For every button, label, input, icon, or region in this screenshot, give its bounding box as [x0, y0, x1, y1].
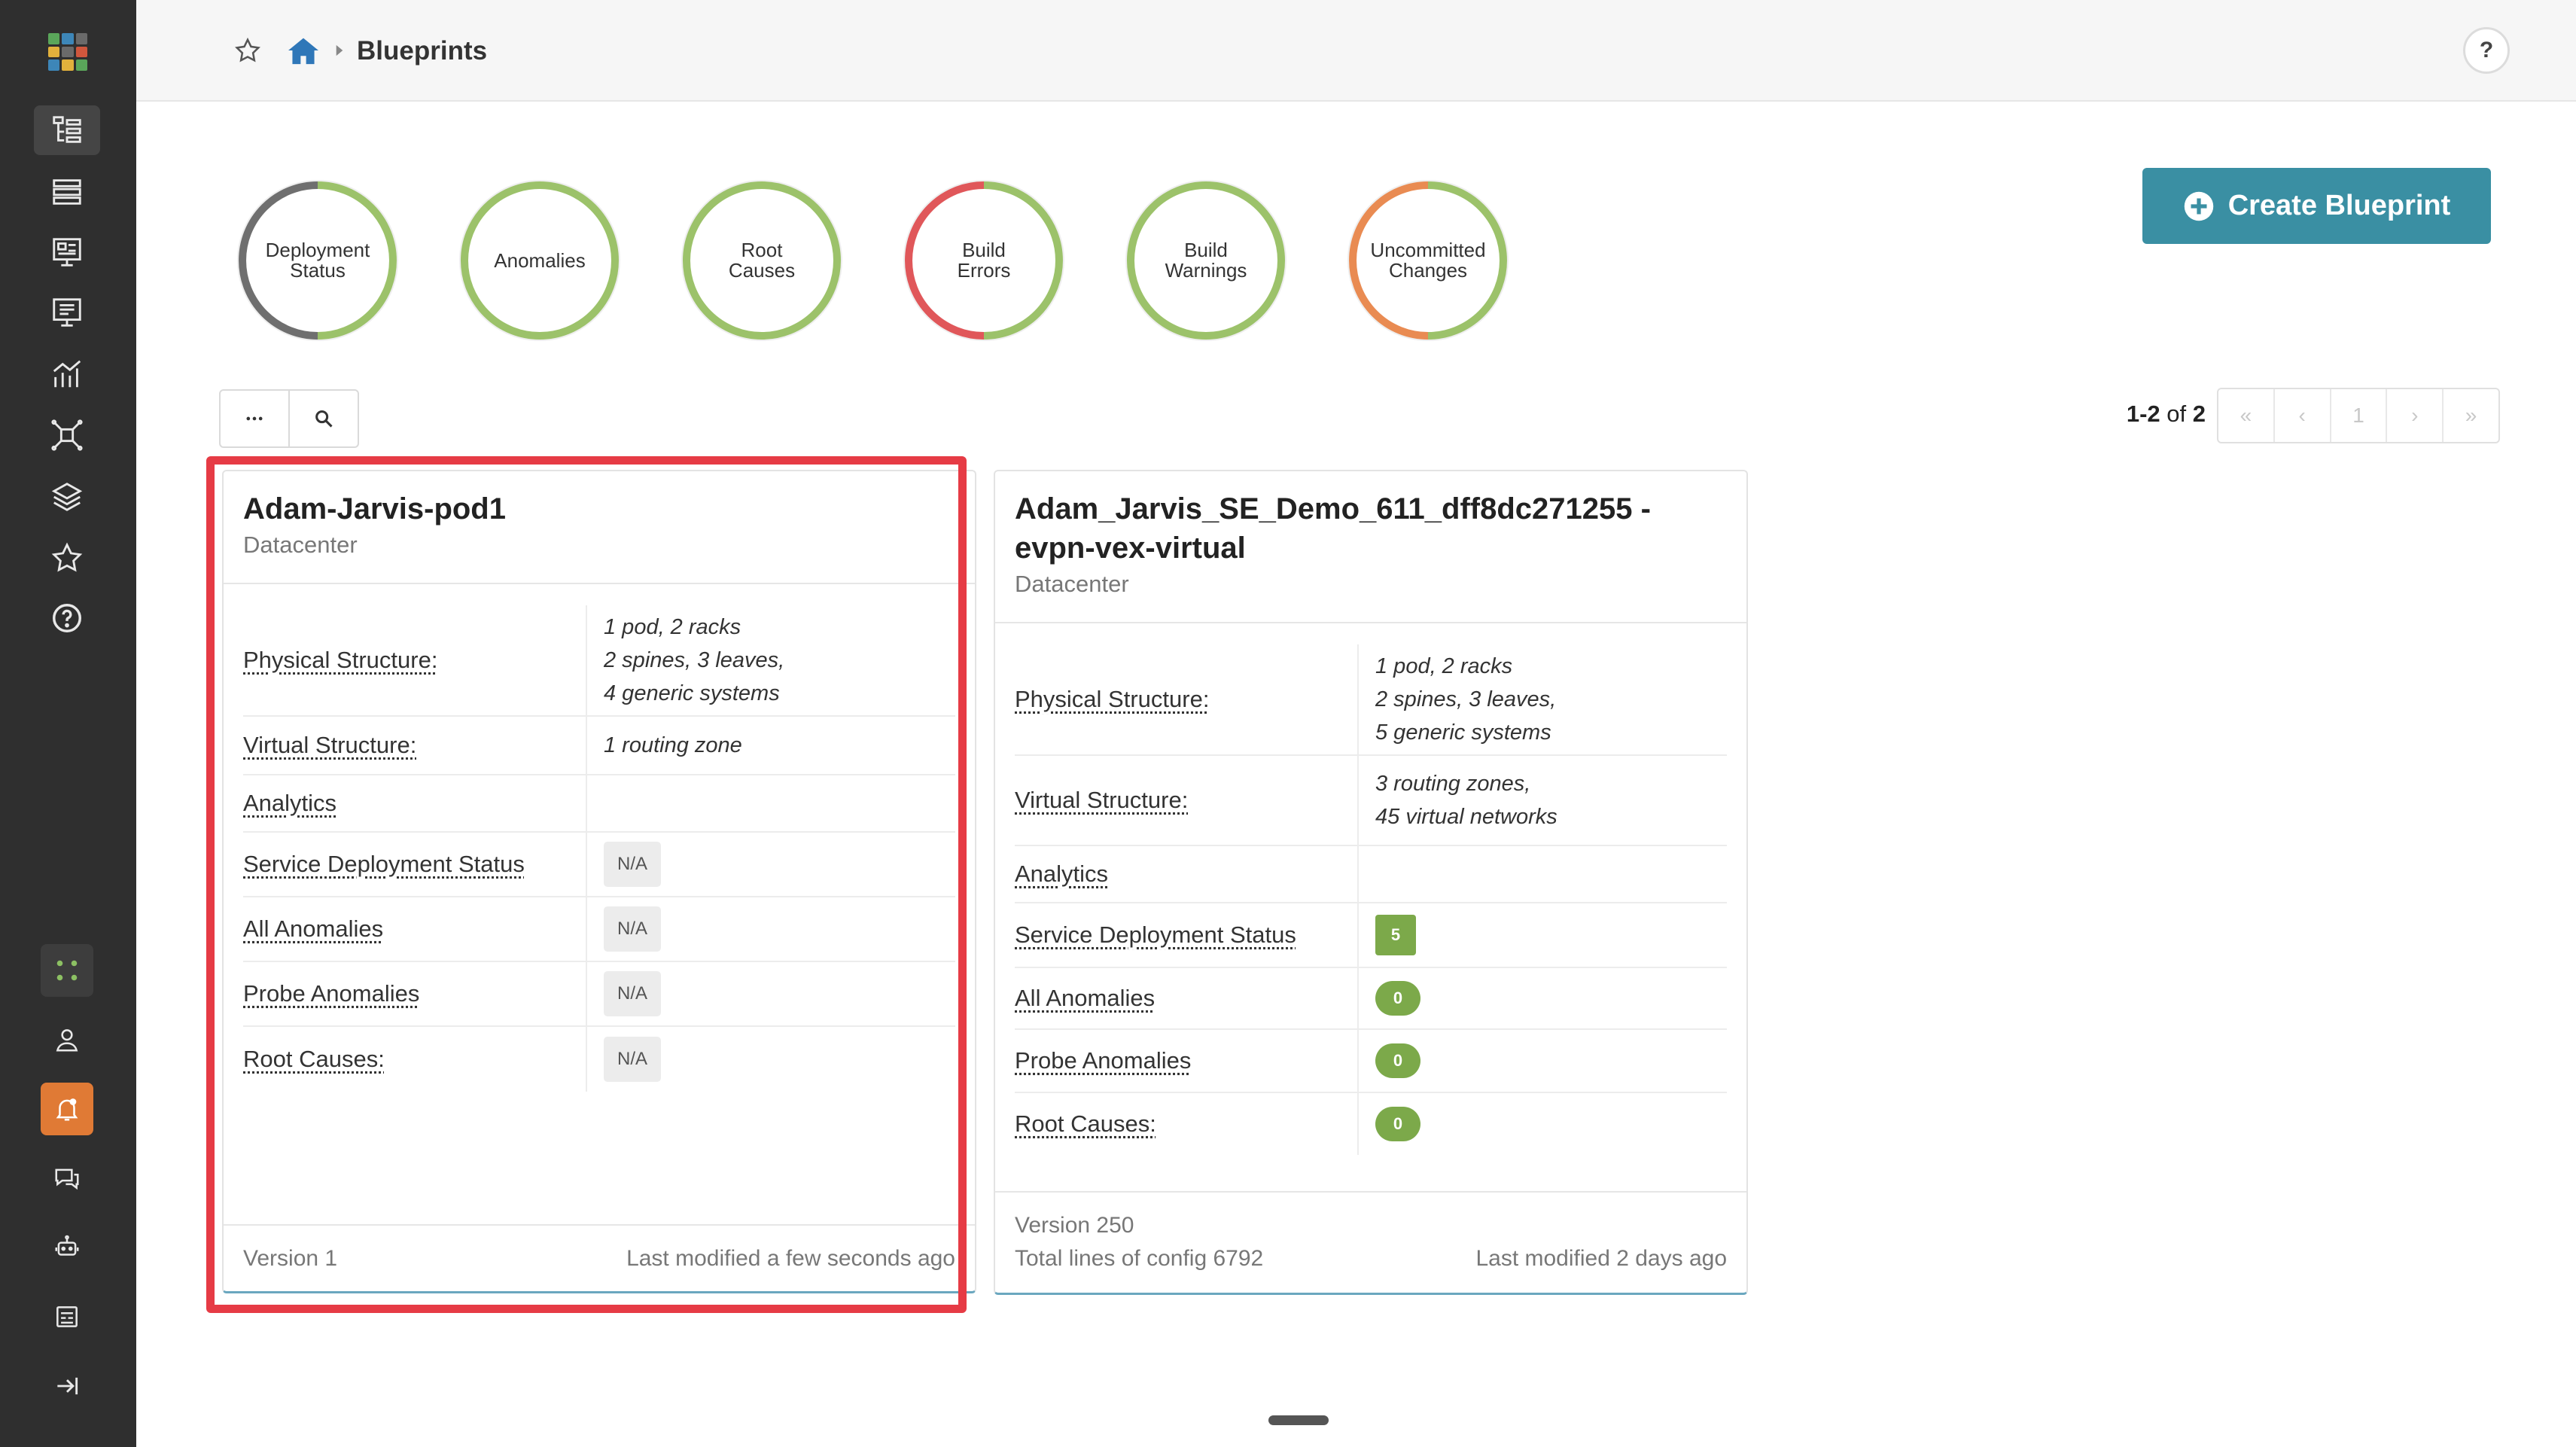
more-options-button[interactable]: [221, 391, 288, 446]
create-blueprint-button[interactable]: Create Blueprint: [2142, 168, 2491, 244]
search-icon: [315, 410, 333, 428]
nav-favorites-star-icon[interactable]: [34, 533, 100, 583]
top-header-bar: [136, 0, 2576, 102]
ring-label: Deployment Status: [265, 239, 370, 282]
blueprint-type: Datacenter: [1015, 571, 1129, 597]
virtual-structure-value: 3 routing zones, 45 virtual networks: [1357, 756, 1557, 845]
physical-structure-row: Physical Structure: 1 pod, 2 racks 2 spi…: [1015, 644, 1727, 756]
plus-circle-icon: [2184, 191, 2213, 221]
nav-devices-icon[interactable]: [34, 167, 100, 217]
card-divider: [995, 1191, 1746, 1193]
nav-layers-icon[interactable]: [34, 472, 100, 522]
nav-analytics-icon[interactable]: [34, 349, 100, 399]
pagination-range: 1-2: [2126, 401, 2160, 427]
pagination-total: 2: [2192, 401, 2206, 427]
favorite-star-icon[interactable]: [233, 32, 262, 69]
physical-structure-value: 1 pod, 2 racks 2 spines, 3 leaves, 5 gen…: [1357, 644, 1556, 754]
build-errors-ring[interactable]: Build Errors: [903, 179, 1065, 342]
all-anomalies-label[interactable]: All Anomalies: [1015, 985, 1357, 1012]
service-deployment-row: Service Deployment Status 5: [1015, 903, 1727, 968]
count-badge[interactable]: 0: [1375, 981, 1420, 1016]
ring-label: Root Causes: [728, 239, 796, 282]
root-causes-row: Root Causes: 0: [1015, 1093, 1727, 1155]
app-logo[interactable]: [48, 33, 87, 71]
expand-sidebar-icon[interactable]: [41, 1360, 93, 1412]
ring-label: Build Warnings: [1165, 239, 1247, 282]
virtual-structure-label[interactable]: Virtual Structure:: [1015, 787, 1357, 814]
count-badge[interactable]: 0: [1375, 1043, 1420, 1078]
pagination-summary: 1-2 of 2: [2108, 398, 2206, 431]
ring-label: Anomalies: [494, 248, 586, 272]
analytics-label[interactable]: Analytics: [1015, 861, 1357, 888]
root-causes-label[interactable]: Root Causes:: [1015, 1110, 1357, 1138]
notifications-bell-icon[interactable]: [41, 1083, 93, 1135]
page-title[interactable]: Blueprints: [357, 32, 487, 70]
chat-messages-icon[interactable]: [41, 1152, 93, 1205]
breadcrumb-chevron-icon: [333, 32, 346, 69]
analytics-row: Analytics: [1015, 846, 1727, 903]
first-page-button[interactable]: «: [2218, 389, 2273, 442]
nav-design-icon[interactable]: [34, 227, 100, 277]
card-footer: Version 250 Total lines of config 6792 L…: [1015, 1209, 1727, 1275]
status-badge[interactable]: 5: [1375, 915, 1416, 955]
nav-blueprints-icon[interactable]: [34, 105, 100, 155]
create-blueprint-label: Create Blueprint: [2227, 190, 2451, 221]
root-causes-ring[interactable]: Root Causes: [681, 179, 843, 342]
service-deployment-label[interactable]: Service Deployment Status: [1015, 922, 1357, 949]
ellipsis-icon: [246, 416, 263, 421]
device-config-icon[interactable]: [41, 1290, 93, 1343]
all-anomalies-row: All Anomalies 0: [1015, 968, 1727, 1030]
next-page-button[interactable]: ›: [2386, 389, 2442, 442]
home-icon[interactable]: [287, 32, 320, 69]
blueprint-version: Version 250: [1015, 1213, 1134, 1238]
left-sidebar: [0, 0, 136, 1447]
widgets-dots-icon[interactable]: [41, 944, 93, 997]
blueprint-card[interactable]: Adam_Jarvis_SE_Demo_611_dff8dc271255 - e…: [994, 470, 1748, 1295]
virtual-structure-row: Virtual Structure: 3 routing zones, 45 v…: [1015, 756, 1727, 846]
blueprint-title[interactable]: Adam_Jarvis_SE_Demo_611_dff8dc271255 - e…: [1015, 489, 1727, 568]
ring-label: Uncommitted Changes: [1370, 239, 1486, 282]
selection-highlight: [206, 456, 967, 1313]
pagination-of: of: [2166, 401, 2187, 427]
anomalies-ring[interactable]: Anomalies: [458, 179, 621, 342]
search-button[interactable]: [288, 391, 358, 446]
build-warnings-ring[interactable]: Build Warnings: [1125, 179, 1287, 342]
card-divider: [995, 622, 1746, 623]
analytics-value: [1357, 846, 1375, 902]
bottom-drag-handle[interactable]: [1268, 1415, 1329, 1425]
nav-help-circle-icon[interactable]: [34, 593, 100, 643]
ring-label: Build Errors: [957, 239, 1011, 282]
prev-page-button[interactable]: ‹: [2273, 389, 2330, 442]
user-profile-icon[interactable]: [41, 1013, 93, 1066]
assistant-bot-icon[interactable]: [41, 1221, 93, 1274]
nav-external-systems-icon[interactable]: [34, 410, 100, 460]
physical-structure-label[interactable]: Physical Structure:: [1015, 686, 1357, 713]
help-button[interactable]: ?: [2463, 27, 2510, 74]
current-page-button[interactable]: 1: [2329, 389, 2386, 442]
list-toolbar: [219, 389, 359, 448]
count-badge[interactable]: 0: [1375, 1107, 1420, 1141]
probe-anomalies-row: Probe Anomalies 0: [1015, 1030, 1727, 1093]
pagination-controls: « ‹ 1 › »: [2217, 388, 2500, 443]
uncommitted-changes-ring[interactable]: Uncommitted Changes: [1347, 179, 1509, 342]
last-modified: Last modified 2 days ago: [1475, 1246, 1727, 1271]
probe-anomalies-label[interactable]: Probe Anomalies: [1015, 1047, 1357, 1074]
deployment-status-ring[interactable]: Deployment Status: [236, 179, 399, 342]
last-page-button[interactable]: »: [2442, 389, 2498, 442]
nav-resources-icon[interactable]: [34, 288, 100, 337]
